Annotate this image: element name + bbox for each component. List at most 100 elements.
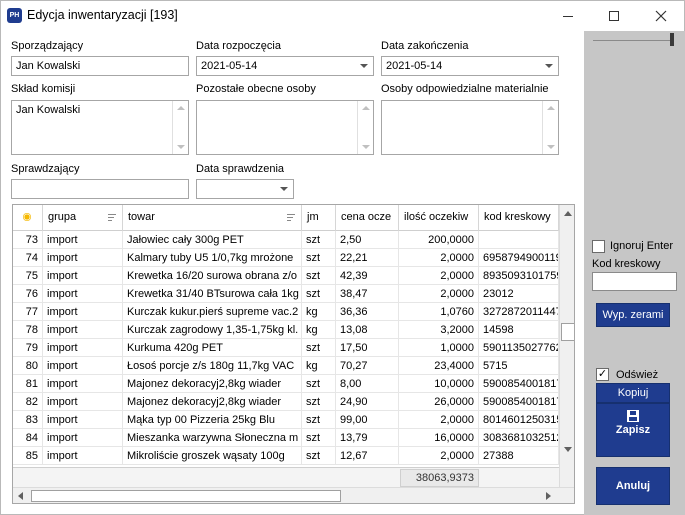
pozostale-osoby-field[interactable] bbox=[196, 100, 374, 155]
cell-towar[interactable]: Kurczak zagrodowy 1,35-1,75kg kl. bbox=[123, 321, 302, 339]
kod-kreskowy-input[interactable] bbox=[592, 272, 677, 291]
cell-lp[interactable]: 81 bbox=[13, 375, 43, 393]
cell-kod[interactable]: 5900854001817 bbox=[479, 393, 559, 411]
chevron-down-icon[interactable] bbox=[545, 64, 553, 68]
cell-towar[interactable]: Jałowiec cały 300g PET bbox=[123, 231, 302, 249]
cell-cena[interactable]: 42,39 bbox=[336, 267, 399, 285]
cell-ilosc[interactable]: 3,2000 bbox=[399, 321, 479, 339]
cell-lp[interactable]: 73 bbox=[13, 231, 43, 249]
cell-jm[interactable]: szt bbox=[302, 285, 336, 303]
cell-jm[interactable]: kg bbox=[302, 303, 336, 321]
column-header-jm[interactable]: jm bbox=[302, 205, 336, 231]
cell-kod[interactable]: 5900854001817 bbox=[479, 375, 559, 393]
cell-jm[interactable]: kg bbox=[302, 357, 336, 375]
cell-grupa[interactable]: import bbox=[43, 267, 123, 285]
cell-kod[interactable]: 8935093101759 bbox=[479, 267, 559, 285]
cell-towar[interactable]: Kurczak kukur.pierś supreme vac.2 bbox=[123, 303, 302, 321]
data-zakonczenia-picker[interactable]: 2021-05-14 bbox=[381, 56, 559, 76]
cell-lp[interactable]: 77 bbox=[13, 303, 43, 321]
cell-kod[interactable]: 3083681032512 bbox=[479, 429, 559, 447]
cell-jm[interactable]: szt bbox=[302, 393, 336, 411]
cell-towar[interactable]: Majonez dekoracyj2,8kg wiader bbox=[123, 393, 302, 411]
wyp-zerami-button[interactable]: Wyp. zerami bbox=[596, 303, 670, 327]
cell-jm[interactable]: szt bbox=[302, 231, 336, 249]
cell-cena[interactable]: 99,00 bbox=[336, 411, 399, 429]
cell-jm[interactable]: szt bbox=[302, 375, 336, 393]
cell-cena[interactable]: 13,79 bbox=[336, 429, 399, 447]
scroll-up-icon[interactable] bbox=[564, 211, 572, 216]
cell-ilosc[interactable]: 200,0000 bbox=[399, 231, 479, 249]
sprawdzajacy-field[interactable] bbox=[11, 179, 189, 199]
cell-lp[interactable]: 76 bbox=[13, 285, 43, 303]
cell-ilosc[interactable]: 1,0760 bbox=[399, 303, 479, 321]
scroll-thumb[interactable] bbox=[561, 323, 574, 341]
cell-jm[interactable]: szt bbox=[302, 267, 336, 285]
cell-jm[interactable]: szt bbox=[302, 411, 336, 429]
cell-cena[interactable]: 8,00 bbox=[336, 375, 399, 393]
ignoruj-enter-checkbox[interactable] bbox=[592, 240, 605, 253]
cell-grupa[interactable]: import bbox=[43, 411, 123, 429]
cell-cena[interactable]: 24,90 bbox=[336, 393, 399, 411]
cell-jm[interactable]: szt bbox=[302, 447, 336, 465]
inventory-grid[interactable]: grupa towar jm cena ocze ilość oczekiw k… bbox=[12, 204, 575, 504]
cell-ilosc[interactable]: 2,0000 bbox=[399, 249, 479, 267]
cell-grupa[interactable]: import bbox=[43, 447, 123, 465]
table-row[interactable]: 85 import Mikroliście groszek wąsaty 100g s… bbox=[13, 447, 559, 465]
odswiez-checkbox[interactable]: ✓ bbox=[596, 368, 609, 381]
cell-kod[interactable]: 27388 bbox=[479, 447, 559, 465]
cell-grupa[interactable]: import bbox=[43, 429, 123, 447]
scroll-down-icon[interactable] bbox=[177, 145, 185, 149]
grid-vertical-scrollbar[interactable] bbox=[559, 205, 574, 487]
cell-kod[interactable]: 3272872011447 bbox=[479, 303, 559, 321]
column-header-grupa[interactable]: grupa bbox=[43, 205, 123, 231]
scroll-down-icon[interactable] bbox=[547, 145, 555, 149]
cell-jm[interactable]: szt bbox=[302, 429, 336, 447]
scroll-up-icon[interactable] bbox=[177, 106, 185, 110]
cell-ilosc[interactable]: 16,0000 bbox=[399, 429, 479, 447]
cell-cena[interactable]: 36,36 bbox=[336, 303, 399, 321]
cell-towar[interactable]: Mąka typ 00 Pizzeria 25kg Blu bbox=[123, 411, 302, 429]
osoby-odpowiedzialne-field[interactable] bbox=[381, 100, 559, 155]
sporzadzajacy-field[interactable]: Jan Kowalski bbox=[11, 56, 189, 76]
cell-lp[interactable]: 74 bbox=[13, 249, 43, 267]
cell-kod[interactable]: 5901135027762 bbox=[479, 339, 559, 357]
table-row[interactable]: 77 import Kurczak kukur.pierś supreme vac.… bbox=[13, 303, 559, 321]
column-header-kod[interactable]: kod kreskowy bbox=[479, 205, 559, 231]
cell-ilosc[interactable]: 2,0000 bbox=[399, 285, 479, 303]
table-row[interactable]: 75 import Krewetka 16/20 surowa obrana z/o… bbox=[13, 267, 559, 285]
cell-jm[interactable]: szt bbox=[302, 249, 336, 267]
memo-scrollbar[interactable] bbox=[357, 101, 373, 154]
cell-towar[interactable]: Krewetka 31/40 BTsurowa cała 1kg bbox=[123, 285, 302, 303]
cell-towar[interactable]: Mikroliście groszek wąsaty 100g bbox=[123, 447, 302, 465]
cell-cena[interactable]: 17,50 bbox=[336, 339, 399, 357]
filter-icon[interactable] bbox=[287, 214, 295, 223]
cell-kod[interactable]: 23012 bbox=[479, 285, 559, 303]
column-header-towar[interactable]: towar bbox=[123, 205, 302, 231]
zapisz-button[interactable]: Zapisz bbox=[596, 403, 670, 457]
cell-cena[interactable]: 13,08 bbox=[336, 321, 399, 339]
grid-header-indicator[interactable] bbox=[13, 205, 43, 231]
table-row[interactable]: 79 import Kurkuma 420g PET szt 17,50 1,0000 59… bbox=[13, 339, 559, 357]
cell-lp[interactable]: 75 bbox=[13, 267, 43, 285]
scroll-up-icon[interactable] bbox=[362, 106, 370, 110]
cell-lp[interactable]: 80 bbox=[13, 357, 43, 375]
cell-ilosc[interactable]: 10,0000 bbox=[399, 375, 479, 393]
maximize-button[interactable] bbox=[591, 1, 637, 31]
cell-grupa[interactable]: import bbox=[43, 357, 123, 375]
cell-towar[interactable]: Kalmary tuby U5 1/0,7kg mrożone bbox=[123, 249, 302, 267]
cell-lp[interactable]: 84 bbox=[13, 429, 43, 447]
cell-grupa[interactable]: import bbox=[43, 303, 123, 321]
cell-jm[interactable]: kg bbox=[302, 321, 336, 339]
cell-cena[interactable]: 2,50 bbox=[336, 231, 399, 249]
table-row[interactable]: 83 import Mąka typ 00 Pizzeria 25kg Blu szt… bbox=[13, 411, 559, 429]
cell-grupa[interactable]: import bbox=[43, 249, 123, 267]
close-button[interactable] bbox=[638, 1, 684, 31]
cell-towar[interactable]: Krewetka 16/20 surowa obrana z/o bbox=[123, 267, 302, 285]
cell-kod[interactable] bbox=[479, 231, 559, 249]
cell-grupa[interactable]: import bbox=[43, 339, 123, 357]
cell-towar[interactable]: Majonez dekoracyj2,8kg wiader bbox=[123, 375, 302, 393]
panel-slider-track[interactable] bbox=[593, 40, 673, 41]
table-row[interactable]: 76 import Krewetka 31/40 BTsurowa cała 1kg… bbox=[13, 285, 559, 303]
data-sprawdzenia-picker[interactable] bbox=[196, 179, 294, 199]
table-row[interactable]: 73 import Jałowiec cały 300g PET szt 2,50 200… bbox=[13, 231, 559, 249]
